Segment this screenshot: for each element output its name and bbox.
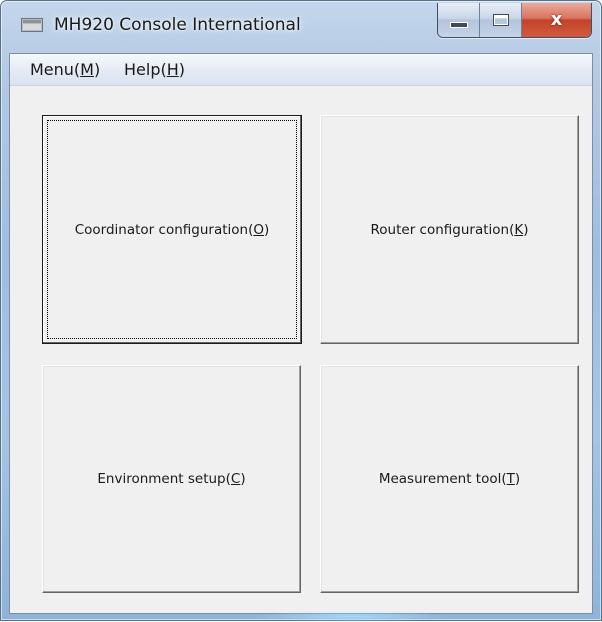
minimize-icon: [449, 22, 468, 28]
console-app-icon[interactable]: [21, 18, 43, 32]
maximize-button[interactable]: [480, 3, 522, 37]
minimize-button[interactable]: [438, 3, 480, 37]
client-area: Menu(M) Help(H) Coordinator configuratio…: [9, 53, 593, 614]
environment-setup-label: Environment setup(C): [97, 471, 246, 487]
title-bar[interactable]: MH920 Console International x: [1, 1, 601, 51]
menu-item-menu[interactable]: Menu(M): [26, 59, 104, 80]
router-configuration-label: Router configuration(K): [370, 221, 529, 238]
maximize-icon: [492, 14, 509, 26]
frame-glow: [251, 611, 451, 622]
coordinator-configuration-label: Coordinator configuration(O): [74, 221, 270, 238]
close-icon: x: [550, 9, 563, 30]
menu-bar: Menu(M) Help(H): [10, 54, 592, 86]
menu-item-help[interactable]: Help(H): [120, 59, 189, 80]
caption-buttons: x: [437, 3, 592, 38]
coordinator-configuration-button[interactable]: Coordinator configuration(O): [42, 115, 302, 344]
measurement-tool-button[interactable]: Measurement tool(T): [320, 365, 579, 593]
window-title: MH920 Console International: [54, 15, 301, 35]
environment-setup-button[interactable]: Environment setup(C): [42, 365, 301, 593]
measurement-tool-label: Measurement tool(T): [378, 471, 521, 487]
router-configuration-button[interactable]: Router configuration(K): [320, 115, 579, 344]
close-button[interactable]: x: [522, 3, 591, 37]
main-window: MH920 Console International x Menu(M) He…: [0, 0, 602, 622]
